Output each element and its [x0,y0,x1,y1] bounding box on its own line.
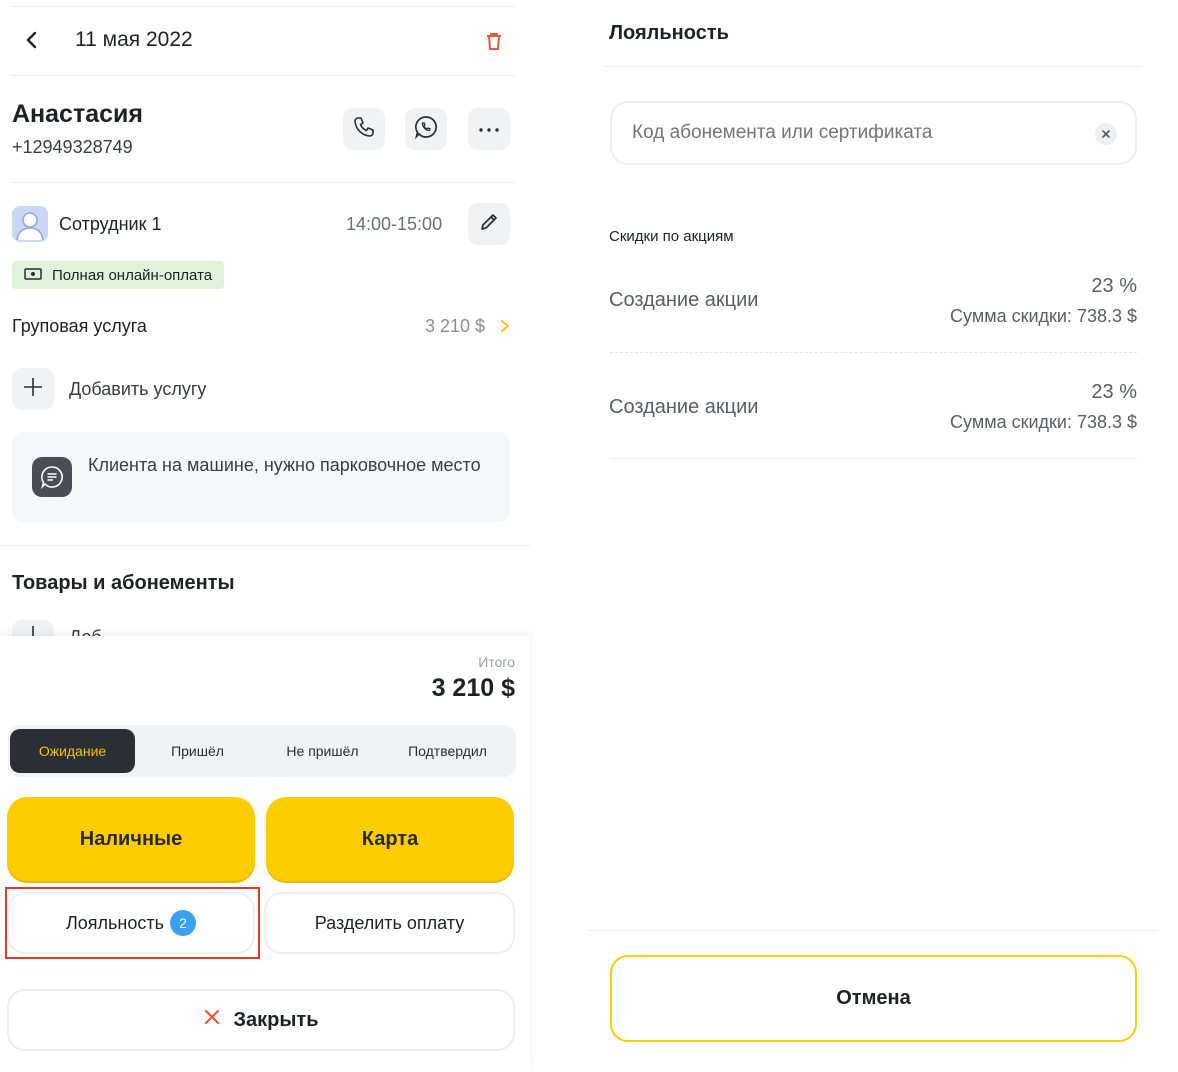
highlight-box [5,887,260,959]
status-waiting[interactable]: Ожидание [10,729,135,773]
add-goods-button[interactable] [12,620,54,636]
service-name[interactable]: Груповая услуга [12,316,147,337]
status-switcher: Ожидание Пришёл Не пришёл Подтвердил [8,725,516,777]
status-confirmed[interactable]: Подтвердил [385,729,510,773]
chevron-left-icon[interactable] [20,28,44,52]
header-divider [10,75,515,76]
discount-divider [610,458,1137,459]
employee-avatar [12,206,48,242]
discount-name: Создание акции [609,289,759,311]
discount-divider [610,352,1137,353]
cancel-button[interactable]: Отмена [610,955,1137,1042]
discount-name: Создание акции [609,396,759,418]
note-divider [0,545,530,546]
add-service-button[interactable] [12,368,54,410]
plus-icon [22,376,44,403]
client-phone: +12949328749 [12,137,133,157]
appointment-time: 14:00-15:00 [346,214,443,234]
employee-name: Сотрудник 1 [59,214,162,234]
clear-icon[interactable] [1095,123,1117,145]
cash-icon [24,267,42,284]
trash-icon[interactable] [482,29,506,53]
discount-percent: 23 % [1091,275,1137,297]
whatsapp-button[interactable] [405,108,447,150]
loyalty-title-divider [604,66,1142,67]
code-input[interactable] [632,103,1072,163]
footer-divider [588,930,1158,931]
status-arrived[interactable]: Пришёл [135,729,260,773]
discount-percent: 23 % [1091,381,1137,403]
comment-icon [32,457,72,497]
client-name: Анастасия [12,100,143,128]
total-value: 3 210 $ [431,674,515,702]
goods-title: Товары и абонементы [12,572,235,594]
close-label: Закрыть [233,1008,319,1031]
discounts-title: Скидки по акциям [609,228,734,245]
appointment-panel: 11 мая 2022 Анастасия +12949328749 Сотру… [0,0,530,1072]
close-button[interactable]: Закрыть [7,989,515,1051]
client-note: Клиента на машине, нужно парковочное мес… [12,432,510,522]
payment-tag: Полная онлайн-оплата [12,261,225,289]
discount-sum: Сумма скидки: 738.3 $ [950,306,1137,326]
call-button[interactable] [343,108,385,150]
whatsapp-icon [413,114,439,145]
code-field[interactable] [610,101,1137,165]
loyalty-title: Лояльность [609,22,729,44]
payment-tag-label: Полная онлайн-оплата [52,266,213,284]
pencil-icon [478,211,500,238]
chevron-right-icon[interactable] [498,318,512,334]
close-icon [203,1008,221,1032]
edit-button[interactable] [468,203,510,245]
split-payment-button[interactable]: Разделить оплату [264,892,515,954]
more-icon [478,120,500,138]
more-button[interactable] [468,108,510,150]
add-goods-label[interactable]: Доб [69,628,102,636]
total-label: Итого [478,654,515,670]
appointment-date: 11 мая 2022 [75,28,193,51]
top-divider [10,6,515,7]
status-no-show[interactable]: Не пришёл [260,729,385,773]
service-price: 3 210 $ [425,316,486,336]
phone-icon [352,115,376,144]
discount-sum: Сумма скидки: 738.3 $ [950,412,1137,432]
add-service-label[interactable]: Добавить услугу [69,379,206,400]
loyalty-panel: Лояльность Скидки по акциям Создание акц… [588,0,1158,1072]
client-divider [10,182,515,183]
cash-button[interactable]: Наличные [7,797,255,881]
card-button[interactable]: Карта [266,797,514,881]
note-text: Клиента на машине, нужно парковочное мес… [88,455,481,475]
